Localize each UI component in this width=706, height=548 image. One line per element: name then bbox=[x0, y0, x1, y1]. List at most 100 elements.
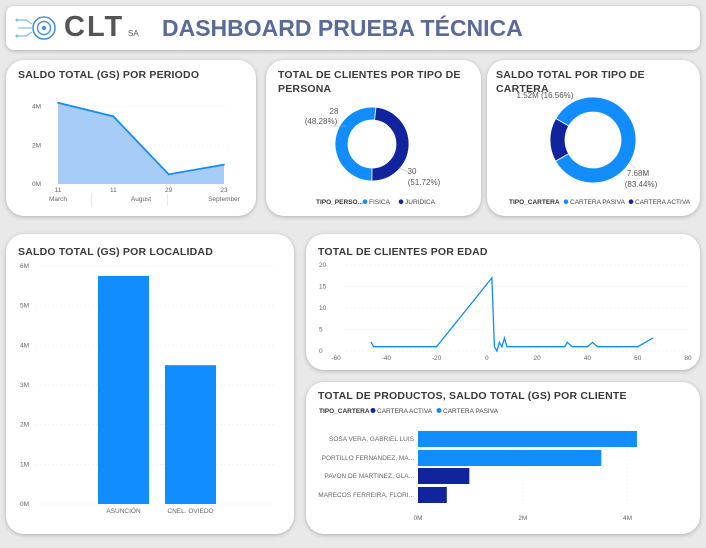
data-point bbox=[518, 346, 521, 348]
label-leader bbox=[628, 162, 636, 169]
data-point bbox=[627, 346, 629, 348]
page-title: DASHBOARD PRUEBA TÉCNICA bbox=[162, 15, 523, 41]
x-tick-label: 29 bbox=[165, 187, 173, 194]
data-point bbox=[493, 346, 495, 348]
bar bbox=[418, 468, 470, 484]
x-tick-label: 40 bbox=[584, 355, 592, 362]
data-point bbox=[606, 346, 609, 348]
y-tick-label: 3M bbox=[20, 382, 29, 389]
card-saldo-localidad[interactable]: SALDO TOTAL (GS) POR LOCALIDAD 6M 5M 4M 3M 2… bbox=[6, 234, 294, 534]
x-tick-label: 60 bbox=[634, 355, 642, 362]
x-tick-label: CNEL. OVIEDO bbox=[167, 508, 213, 515]
data-point bbox=[430, 346, 433, 348]
y-tick-label: 5 bbox=[319, 327, 323, 334]
x-tick-label: 4M bbox=[623, 515, 632, 522]
card-productos-cliente[interactable]: TOTAL DE PRODUCTOS, SALDO TOTAL (GS) POR… bbox=[306, 382, 700, 534]
data-point bbox=[652, 337, 654, 339]
data-point bbox=[526, 346, 528, 348]
data-point bbox=[57, 102, 59, 104]
area-chart[interactable]: 4M 2M 0M 11 11 29 23 March August September bbox=[6, 60, 256, 216]
data-point bbox=[223, 163, 225, 166]
bar-chart[interactable]: 6M 5M 4M 3M 2M 1M 0M ASUNCIÓN CNEL. OVIEDO bbox=[6, 234, 294, 534]
x-tick-label: 23 bbox=[220, 187, 228, 194]
bar bbox=[418, 450, 602, 466]
card-saldo-periodo[interactable]: SALDO TOTAL (GS) POR PERIODO 4M 2M 0M 11 11 2… bbox=[6, 60, 256, 216]
x-group-label: September bbox=[208, 196, 241, 203]
bar bbox=[165, 365, 216, 504]
data-point bbox=[503, 337, 506, 339]
card-clientes-persona[interactable]: TOTAL DE CLIENTES POR TIPO DE PERSONA 28… bbox=[266, 60, 481, 216]
legend-label: CARTERA PASIVA bbox=[443, 408, 499, 415]
logo-suffix: SA bbox=[128, 29, 139, 38]
y-tick-label: 6M bbox=[20, 263, 29, 270]
data-point bbox=[546, 346, 548, 348]
data-label: 1.52M (16.56%) bbox=[517, 91, 574, 100]
legend-label: FISICA bbox=[369, 199, 391, 206]
data-point bbox=[576, 346, 578, 348]
data-point bbox=[556, 346, 558, 348]
data-point bbox=[536, 346, 538, 348]
legend-marker bbox=[436, 408, 442, 413]
legend-marker bbox=[398, 199, 404, 204]
data-point bbox=[596, 346, 599, 348]
slice-cartera-pasiva bbox=[555, 96, 637, 184]
x-tick-label: 2M bbox=[518, 515, 527, 522]
y-tick-label: PAVON DE MARTINEZ, GLA... bbox=[324, 473, 414, 480]
card-clientes-edad[interactable]: TOTAL DE CLIENTES POR EDAD 20 15 10 5 0 -60 -4… bbox=[306, 234, 700, 370]
legend-label: JURIDICA bbox=[405, 199, 436, 206]
y-tick-label: MARECOS FERREIRA, FLORI... bbox=[318, 492, 414, 499]
legend-label: CARTERA ACTIVA bbox=[635, 199, 691, 206]
donut-chart[interactable]: 1.52M (16.56%) 7.68M (83.44%) TIPO_CARTERA C… bbox=[487, 60, 700, 216]
data-point bbox=[112, 115, 115, 118]
x-tick-label: -40 bbox=[382, 355, 392, 362]
line-chart[interactable]: 20 15 10 5 0 -60 -40 -20 0 20 40 60 80 bbox=[306, 234, 700, 370]
data-point bbox=[167, 173, 170, 176]
data-point bbox=[498, 341, 501, 343]
data-point bbox=[586, 346, 589, 348]
legend-title: TIPO_CARTERA bbox=[319, 408, 370, 415]
x-tick-label: 80 bbox=[684, 355, 692, 362]
bar bbox=[418, 487, 447, 503]
card-saldo-cartera[interactable]: SALDO TOTAL POR TIPO DE CARTERA 1.52M (1… bbox=[487, 60, 700, 216]
legend-marker bbox=[362, 199, 368, 204]
data-point bbox=[637, 346, 639, 348]
x-group-label: August bbox=[131, 196, 151, 203]
y-tick-label: 2M bbox=[32, 142, 41, 149]
data-point bbox=[617, 346, 619, 348]
data-point bbox=[521, 346, 523, 348]
y-tick-label: 0M bbox=[32, 181, 41, 188]
legend-marker bbox=[628, 199, 634, 204]
data-label: 30 bbox=[408, 167, 417, 176]
y-tick-label: 4M bbox=[32, 104, 41, 111]
data-point bbox=[501, 346, 503, 348]
y-tick-label: 1M bbox=[20, 461, 29, 468]
donut-chart[interactable]: 28(48.28%) 30 (51.72%) TIPO_PERSO... FISICA J… bbox=[266, 60, 481, 216]
data-point bbox=[506, 346, 508, 348]
x-tick-label: 11 bbox=[55, 187, 62, 194]
data-point bbox=[564, 346, 566, 348]
y-tick-label: 0M bbox=[20, 501, 29, 508]
x-tick-label: ASUNCIÓN bbox=[106, 506, 141, 515]
y-tick-label: SOSA VERA, GABRIEL LUIS bbox=[329, 436, 415, 443]
y-tick-label: 15 bbox=[319, 284, 327, 291]
series-line bbox=[370, 276, 654, 353]
slice-cartera-activa bbox=[549, 117, 570, 162]
horizontal-bar-chart[interactable]: TIPO_CARTERA CARTERA ACTIVA CARTERA PASIVA… bbox=[306, 382, 700, 534]
y-tick-label: PORTILLO FERNANDEZ, MA... bbox=[322, 455, 415, 462]
legend-label: CARTERA PASIVA bbox=[570, 199, 626, 206]
x-tick-label: -20 bbox=[432, 355, 442, 362]
area-fill bbox=[58, 102, 224, 184]
data-label-pct: (48.28%) bbox=[305, 117, 338, 126]
x-tick-label: 20 bbox=[534, 355, 542, 362]
data-point bbox=[491, 277, 493, 279]
data-point bbox=[511, 346, 513, 348]
header-bar: CLT SA DASHBOARD PRUEBA TÉCNICA bbox=[6, 6, 700, 50]
legend-marker bbox=[563, 199, 569, 204]
data-point bbox=[435, 346, 438, 348]
data-point bbox=[496, 350, 498, 352]
data-point bbox=[566, 341, 568, 343]
legend-marker bbox=[370, 408, 376, 413]
bar bbox=[98, 275, 149, 504]
data-point bbox=[370, 341, 372, 343]
x-tick-label: -60 bbox=[331, 355, 341, 362]
